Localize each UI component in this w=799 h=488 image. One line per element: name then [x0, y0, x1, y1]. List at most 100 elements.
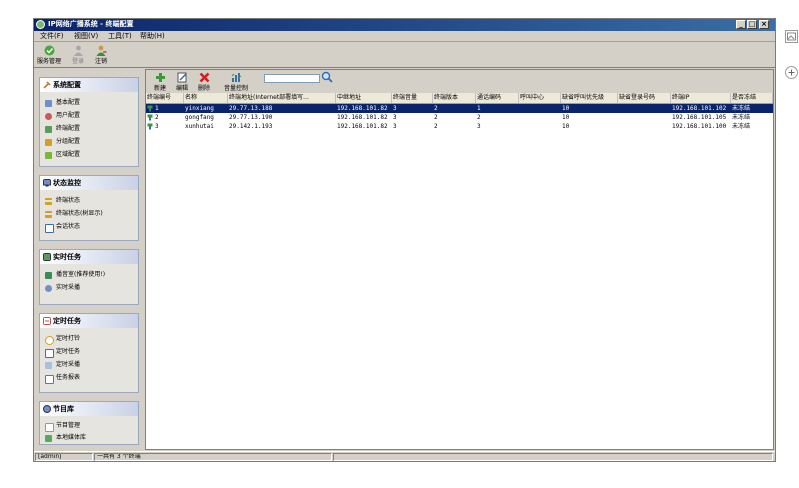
table-cell: [618, 122, 671, 131]
tree-list-icon: [45, 211, 52, 218]
menu-file[interactable]: 文件(F): [40, 32, 64, 41]
report-icon: [45, 375, 54, 384]
table-row[interactable]: 1 yinxiang 29.77.13.188 192.168.101.82 3 2 1 10…: [146, 104, 773, 113]
menu-view[interactable]: 视图(V): [74, 32, 98, 41]
column-header[interactable]: 是否冻结: [731, 93, 773, 103]
zoom-in-icon[interactable]: [785, 66, 798, 79]
menu-bar: 文件(F) 视图(V) 工具(T) 帮助(H): [34, 31, 775, 42]
table-cell: 未冻结: [732, 123, 751, 130]
sidebar: 系统配置 基本配置 用户配置 终端配置 分组配置 区域配置 状态监控 终端状态 …: [35, 69, 144, 450]
status-bar: [admin] 一共有 3 个终端: [34, 451, 775, 461]
panel-system-config: 系统配置 基本配置 用户配置 终端配置 分组配置 区域配置: [39, 77, 139, 167]
maximize-button[interactable]: □: [747, 20, 757, 29]
check-shield-icon: [44, 45, 55, 56]
table-cell: gongfang: [185, 114, 214, 121]
logout-button[interactable]: 注销: [90, 44, 112, 66]
table-cell: 10: [562, 123, 570, 130]
table-cell: [519, 122, 561, 131]
table-cell: 1: [155, 105, 159, 112]
table-row[interactable]: 2 gongfang 29.77.13.190 192.168.101.82 3 2 2 10…: [146, 113, 773, 122]
table-cell: 未冻结: [732, 105, 751, 112]
table-cell: 29.77.13.188: [229, 105, 273, 112]
table-cell: 192.168.101.102: [672, 105, 727, 112]
column-header[interactable]: 中继地址: [336, 93, 392, 103]
volume-control-label: 音量控制: [223, 85, 248, 92]
status-terminal-count: 一共有 3 个终端: [94, 453, 332, 461]
panel-header-realtime-task[interactable]: 实时任务: [40, 250, 138, 264]
service-manage-button[interactable]: 服务管理: [37, 44, 61, 66]
close-button[interactable]: ×: [759, 20, 769, 29]
column-header[interactable]: 终端地址(Internet部署填写...: [228, 93, 336, 103]
group-icon: [45, 139, 52, 146]
task-icon: [45, 349, 54, 358]
table-cell: 1: [477, 105, 481, 112]
table-cell: 29.142.1.193: [229, 123, 273, 130]
main-window: IP网络广播系统 - 终端配置 _ □ × 文件(F) 视图(V) 工具(T) …: [33, 18, 776, 462]
column-header[interactable]: 名称: [184, 93, 228, 103]
speaker-icon: [45, 285, 52, 292]
panel-header-program-library[interactable]: 节目库: [40, 402, 138, 416]
table-cell: 192.168.101.105: [672, 114, 727, 121]
terminal-config-view: 新建 编辑 删除 音量控制 终端编号 名称 终端地址(Internet部署填写.…: [145, 69, 774, 450]
panel-header-scheduled-task[interactable]: 定时任务: [40, 314, 138, 328]
realtime-icon: [43, 253, 51, 261]
title-bar[interactable]: IP网络广播系统 - 终端配置 _ □ ×: [34, 19, 775, 31]
area-icon: [45, 152, 52, 159]
panel-header-status-monitor[interactable]: 状态监控: [40, 176, 138, 190]
list-icon: [45, 198, 52, 205]
image-tool-icon[interactable]: [785, 30, 798, 43]
table-cell: 192.168.101.100: [672, 123, 727, 130]
minimize-button[interactable]: _: [736, 20, 746, 29]
column-header[interactable]: 通话编码: [476, 93, 519, 103]
terminal-icon: [147, 123, 153, 130]
panel-title: 实时任务: [53, 253, 81, 261]
user-login-icon: [74, 45, 83, 56]
panel-status-monitor: 状态监控 终端状态 终端状态(树显示) 会话状态: [39, 175, 139, 241]
record-icon: [45, 362, 52, 369]
table-cell: 3: [477, 123, 481, 130]
column-header[interactable]: 缺省登录号码: [618, 93, 671, 103]
table-cell: [519, 104, 561, 113]
table-cell: 2: [434, 114, 438, 121]
wrench-icon: [43, 81, 51, 89]
table-header: 终端编号 名称 终端地址(Internet部署填写... 中继地址 终端音量 终…: [146, 93, 773, 104]
broadcast-icon: [45, 272, 52, 279]
search-input[interactable]: [264, 74, 320, 83]
menu-tools[interactable]: 工具(T): [108, 32, 132, 41]
column-header[interactable]: 终端音量: [392, 93, 433, 103]
session-icon: [45, 224, 54, 233]
delete-icon: [199, 72, 210, 83]
table-row[interactable]: 3 xunhutai 29.142.1.193 192.168.101.82 3 2 3 10…: [146, 122, 773, 131]
delete-label: 删除: [197, 85, 210, 92]
panel-header-system-config[interactable]: 系统配置: [40, 78, 138, 92]
main-toolbar: 服务管理 登录 注销: [34, 42, 775, 68]
table-cell: 192.168.101.82: [337, 123, 388, 130]
column-header[interactable]: 终端IP: [671, 93, 731, 103]
monitor-icon: [43, 179, 51, 187]
logout-label: 注销: [94, 58, 107, 65]
delete-button[interactable]: 删除: [193, 71, 215, 93]
column-header[interactable]: 呼叫中心: [519, 93, 561, 103]
schedule-icon: [43, 317, 51, 325]
column-header[interactable]: 终端版本: [433, 93, 476, 103]
add-icon: [156, 73, 165, 82]
edit-icon: [177, 72, 187, 83]
user-logout-icon: [96, 45, 107, 56]
terminal-icon: [45, 126, 52, 133]
search-icon[interactable]: [321, 71, 333, 83]
panel-title: 节目库: [53, 405, 74, 413]
library-icon: [43, 405, 51, 413]
table-cell: [618, 113, 671, 122]
panel-title: 系统配置: [53, 81, 81, 89]
media-icon: [45, 435, 52, 442]
column-header[interactable]: 缺省呼叫优先级: [561, 93, 618, 103]
table-cell: 10: [562, 105, 570, 112]
table-cell: 2: [434, 105, 438, 112]
column-header[interactable]: 终端编号: [146, 93, 184, 103]
volume-control-button[interactable]: 音量控制: [224, 71, 248, 93]
table-cell: 3: [393, 105, 397, 112]
panel-scheduled-task: 定时任务 定时打铃 定时任务 定时采播 任务报表: [39, 313, 139, 393]
table-cell: 2: [155, 114, 159, 121]
menu-help[interactable]: 帮助(H): [140, 32, 165, 41]
content-toolbar: 新建 编辑 删除 音量控制: [146, 70, 773, 94]
